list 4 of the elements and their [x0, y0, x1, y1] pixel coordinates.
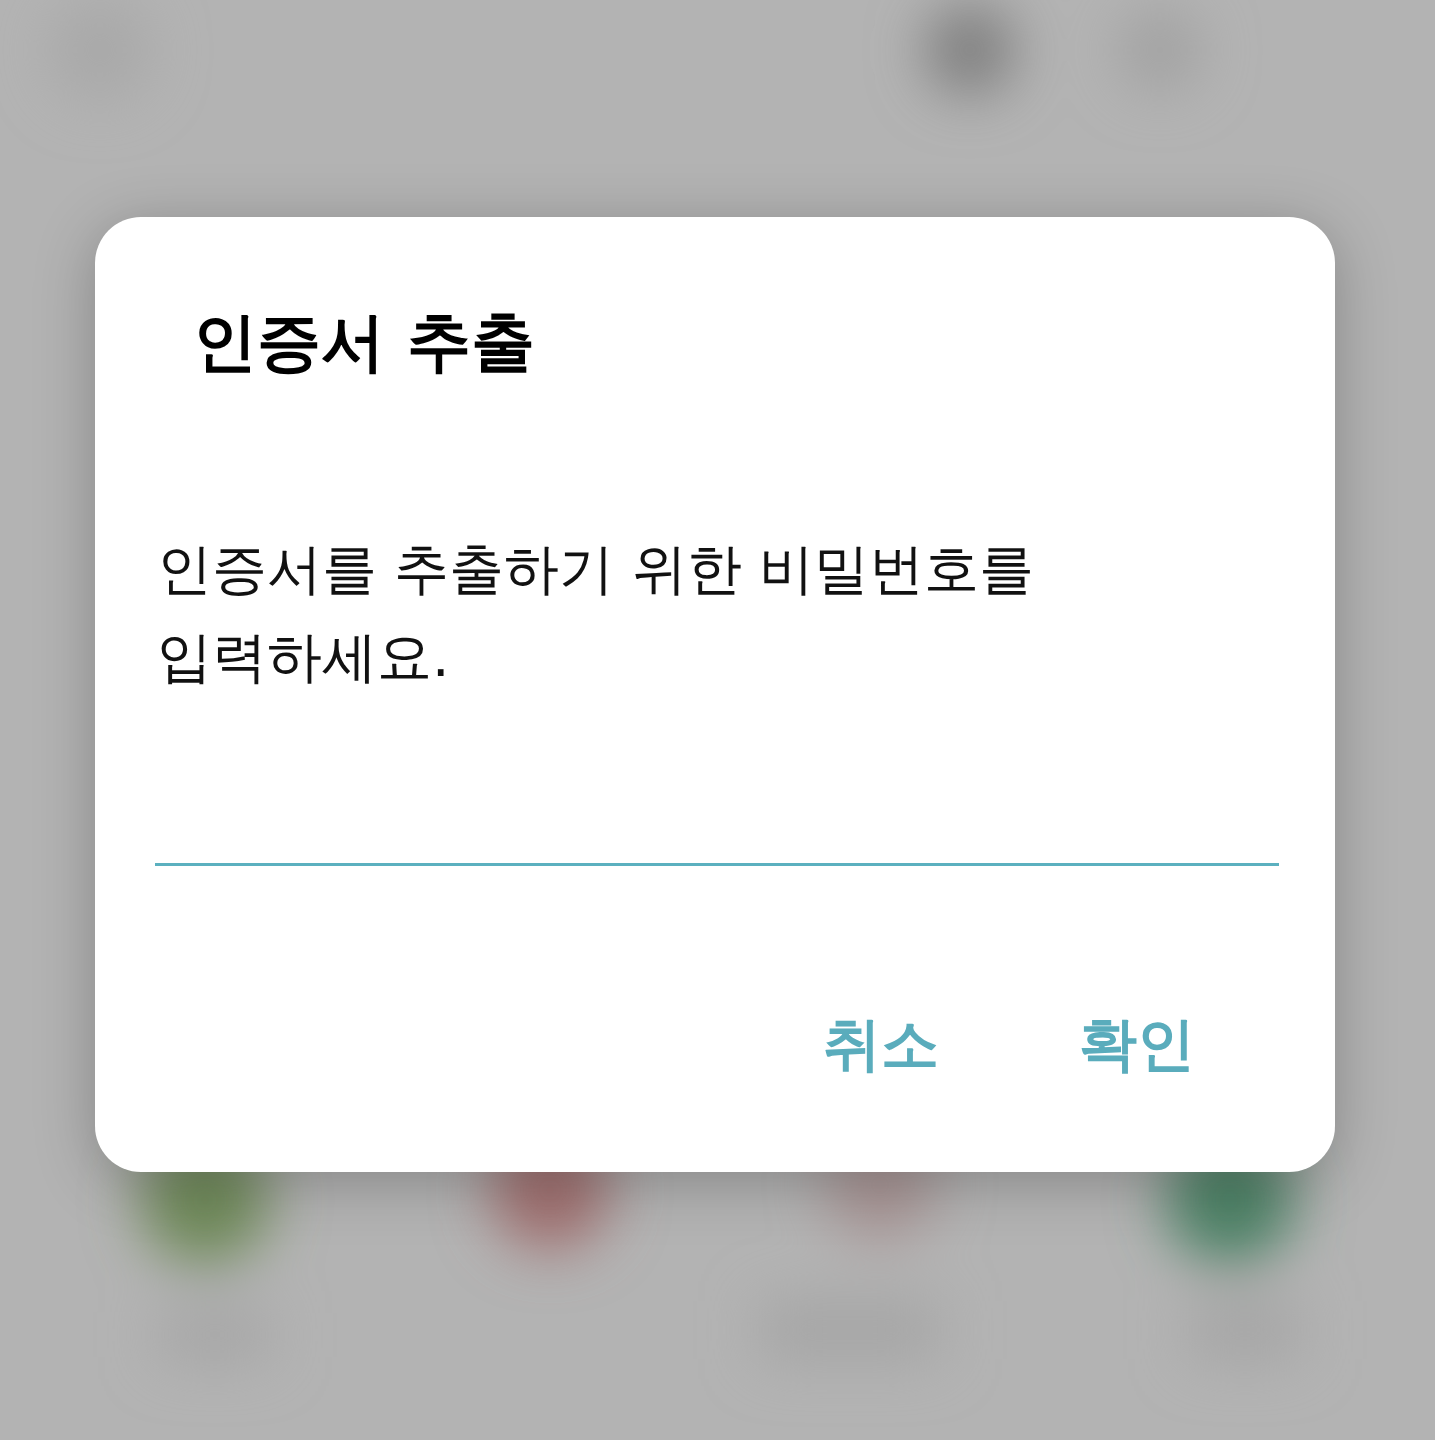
dialog-title: 인증서 추출 [193, 304, 537, 381]
dialog-message: 인증서를 추출하기 위한 비밀번호를 입력하세요. [157, 536, 1036, 691]
confirm-button[interactable]: 확인 [1059, 996, 1215, 1094]
cancel-button[interactable]: 취소 [803, 996, 959, 1094]
